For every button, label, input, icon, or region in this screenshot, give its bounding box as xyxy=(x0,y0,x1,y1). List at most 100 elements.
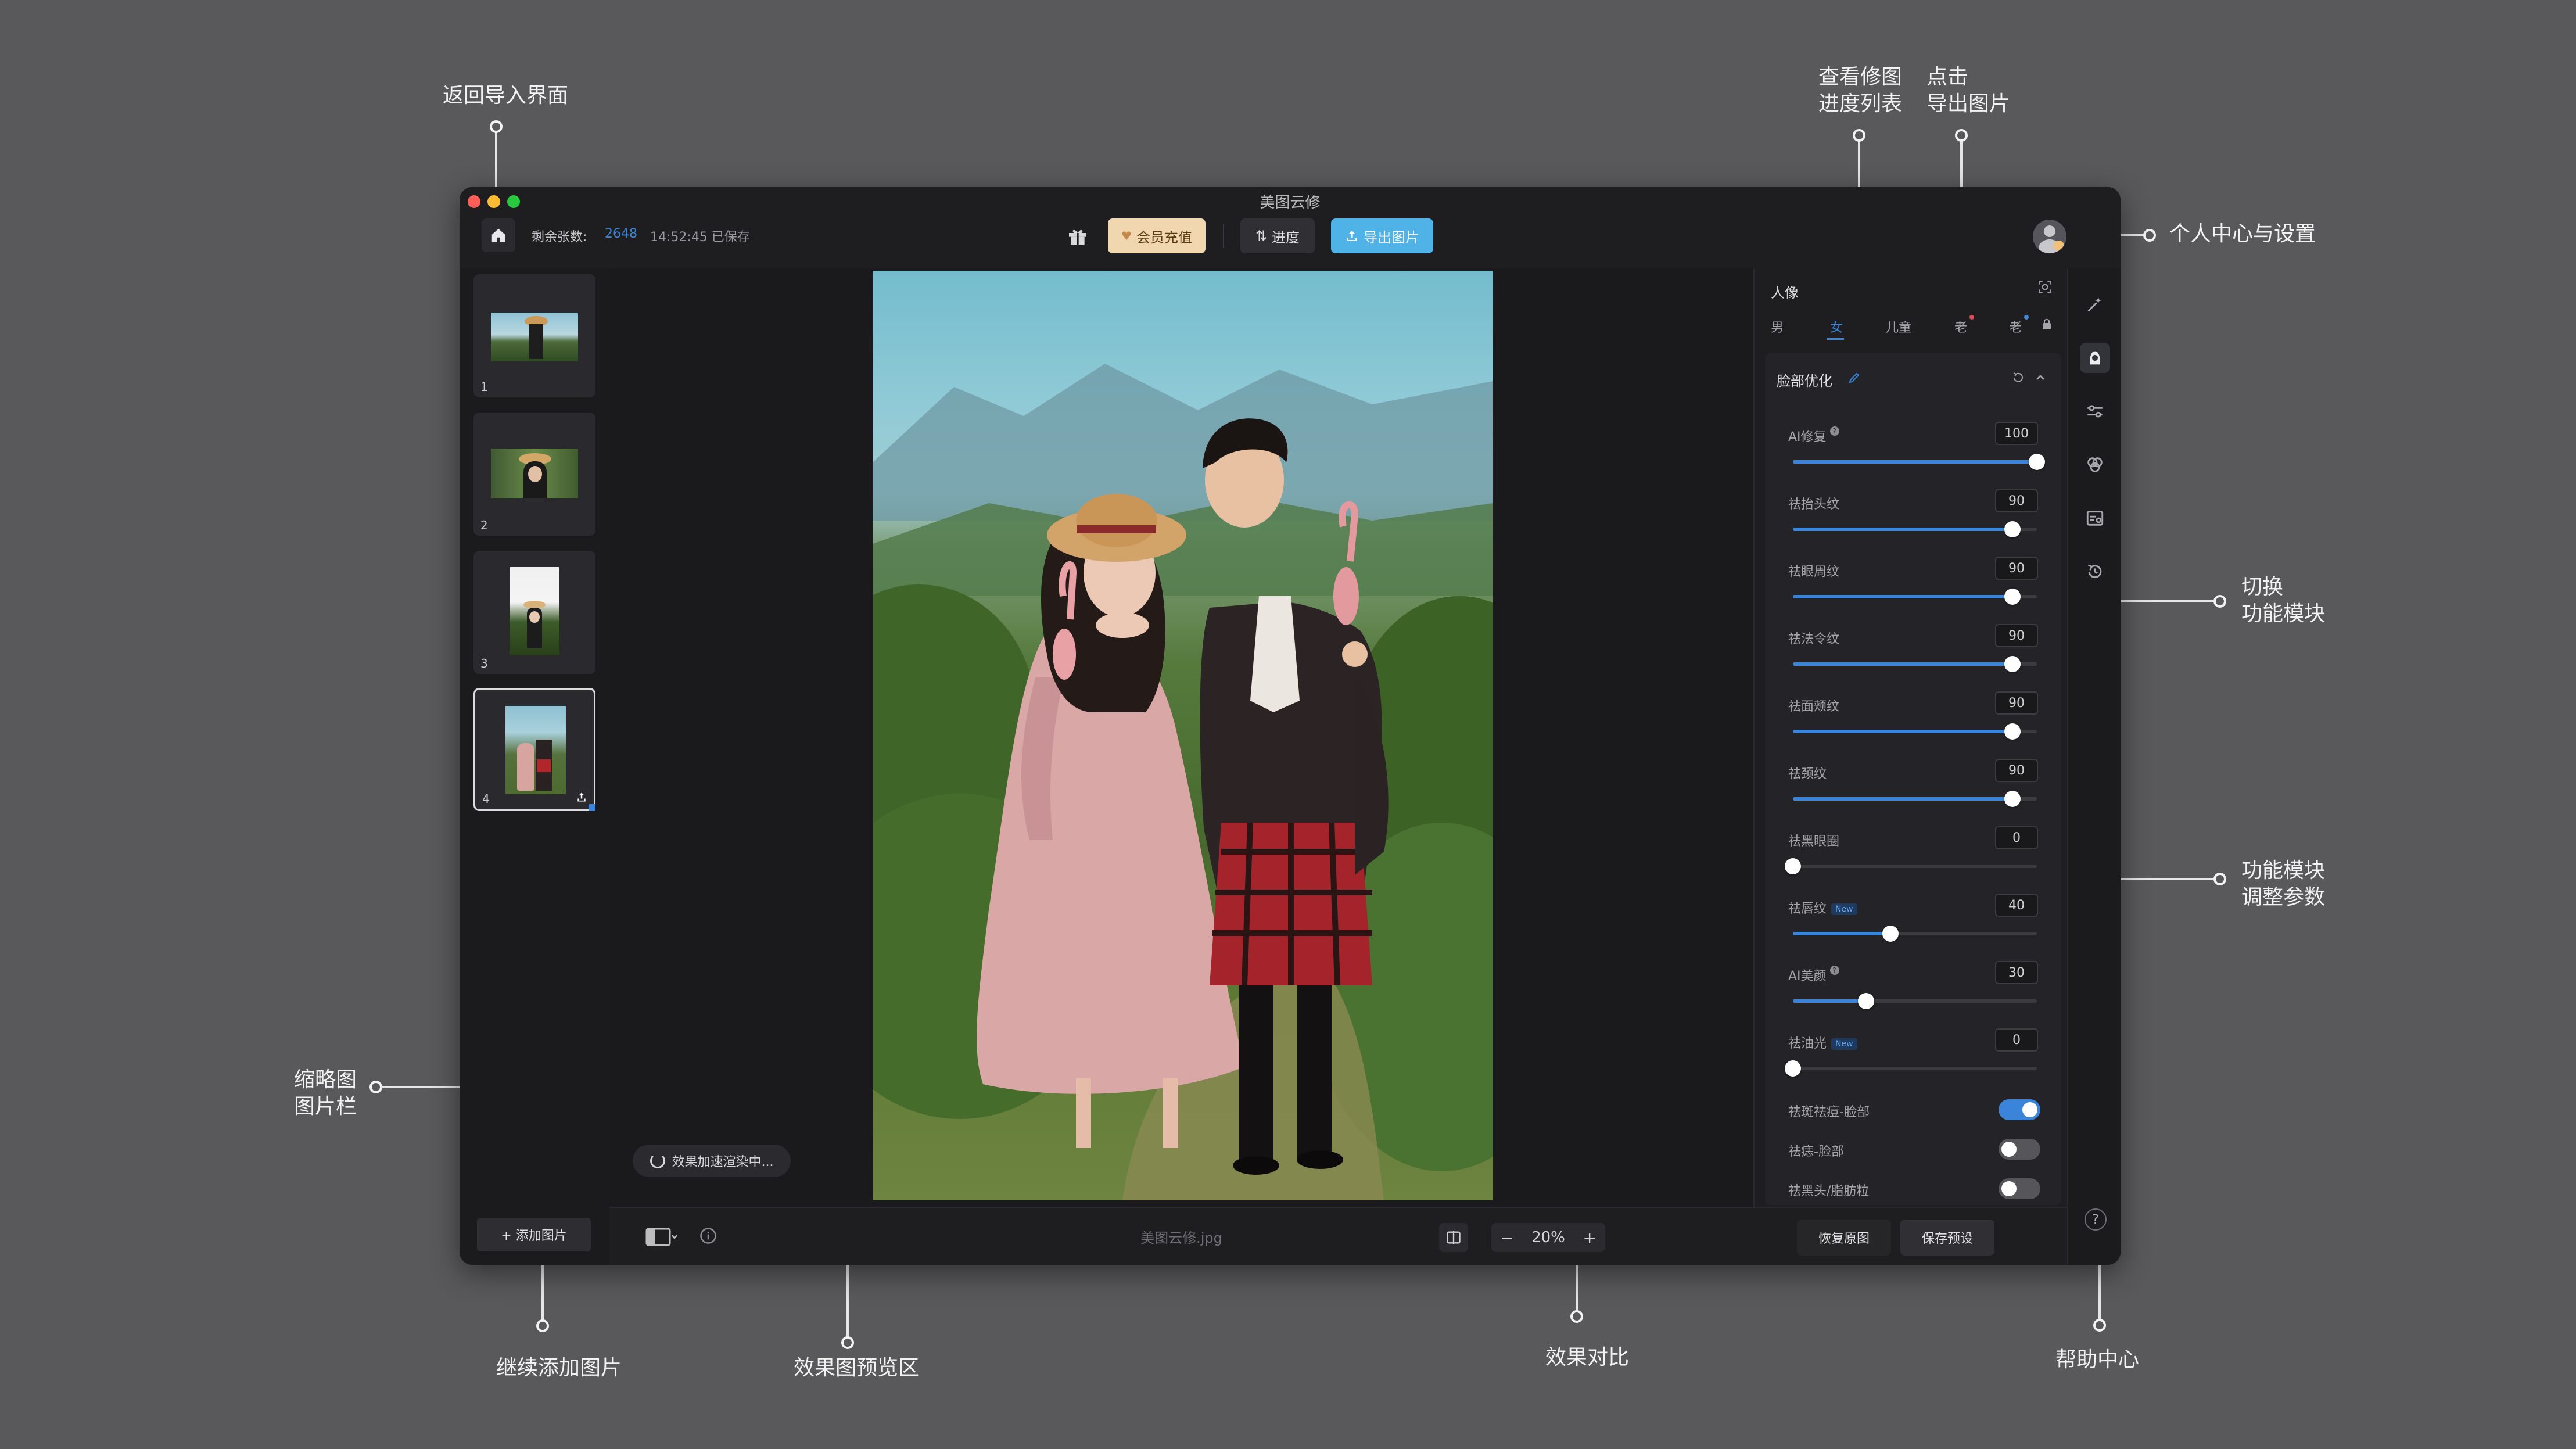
rail-portrait[interactable] xyxy=(2080,343,2110,373)
callout-compare: 效果对比 xyxy=(1545,1346,1630,1369)
toggle-switch[interactable] xyxy=(1999,1099,2040,1120)
slider-value-input[interactable]: 90 xyxy=(1995,489,2038,512)
slider-fill xyxy=(1793,595,2012,598)
vip-recharge-button[interactable]: ♥ 会员充值 xyxy=(1108,218,1206,253)
slider-label-text: 祛油光 xyxy=(1788,1036,1827,1051)
rail-magic[interactable] xyxy=(2080,289,2110,320)
slider-track[interactable] xyxy=(1793,656,2037,672)
slider-row: 祛唇纹 New 40 xyxy=(1765,890,2061,948)
slider-knob[interactable] xyxy=(1785,1060,1801,1077)
add-image-button[interactable]: + 添加图片 xyxy=(477,1218,591,1251)
slider-knob[interactable] xyxy=(2004,723,2021,740)
callout-personal-center: 个人中心与设置 xyxy=(2169,222,2316,246)
thumbnail-check-mark xyxy=(589,804,595,811)
vip-heart-icon: ♥ xyxy=(1121,229,1132,243)
slider-label: 祛油光 New xyxy=(1788,1033,1857,1052)
tab-female[interactable]: 女 xyxy=(1830,317,1843,336)
slider-knob[interactable] xyxy=(2004,589,2021,605)
slider-track[interactable] xyxy=(1793,791,2037,807)
slider-track[interactable] xyxy=(1785,858,2037,874)
toggle-switch[interactable] xyxy=(1999,1178,2040,1199)
slider-value-input[interactable]: 90 xyxy=(1995,691,2038,715)
help-circle-icon[interactable]: ? xyxy=(1829,426,1839,436)
chevron-up-icon[interactable] xyxy=(2033,371,2047,385)
slider-knob[interactable] xyxy=(2004,656,2021,672)
callout-dot-switch xyxy=(2213,595,2226,608)
slider-label-text: 祛抬头纹 xyxy=(1788,497,1840,512)
slider-track[interactable] xyxy=(1793,723,2037,740)
slider-value-input[interactable]: 30 xyxy=(1995,961,2038,984)
help-circle-icon[interactable]: ? xyxy=(1829,966,1839,975)
rail-color[interactable] xyxy=(2080,450,2110,480)
slider-row: 祛面颊纹 90 xyxy=(1765,688,2061,746)
slider-value-input[interactable]: 100 xyxy=(1995,422,2038,445)
slider-label-text: 祛颈纹 xyxy=(1788,767,1827,781)
preview-photo-art xyxy=(873,364,1493,1200)
preview-photo[interactable] xyxy=(873,271,1493,1200)
pencil-icon[interactable] xyxy=(1847,371,1861,385)
rail-history[interactable] xyxy=(2080,557,2110,587)
callout-dot-preview xyxy=(841,1336,854,1349)
slider-knob[interactable] xyxy=(1785,858,1801,874)
slider-track[interactable] xyxy=(1793,589,2037,605)
vip-label: 会员充值 xyxy=(1136,229,1192,246)
tab-child[interactable]: 儿童 xyxy=(1886,317,1911,336)
zoom-in-button[interactable]: + xyxy=(1583,1228,1596,1247)
help-button[interactable]: ? xyxy=(2085,1208,2107,1231)
slider-track[interactable] xyxy=(1793,926,2037,942)
render-status: 效果加速渲染中... xyxy=(633,1145,791,1177)
slider-knob[interactable] xyxy=(2004,791,2021,807)
color-circles-icon xyxy=(2087,457,2103,472)
face-optimize-section: 脸部优化 AI修复? 100 祛抬头纹 90 祛眼周纹 90 祛法令纹 90 祛面颊纹 90 祛颈纹… xyxy=(1765,353,2061,1205)
new-badge: New xyxy=(1831,903,1857,915)
toggle-switch[interactable] xyxy=(1999,1139,2040,1160)
tab-elder-male[interactable]: 老 xyxy=(1954,317,1967,336)
compare-button[interactable] xyxy=(1439,1223,1468,1252)
thumbnail-item-1[interactable]: 1 xyxy=(473,274,595,397)
zoom-out-button[interactable]: − xyxy=(1500,1228,1513,1247)
export-button[interactable]: 导出图片 xyxy=(1331,218,1433,253)
slider-track[interactable] xyxy=(1793,454,2045,470)
slider-knob[interactable] xyxy=(1858,993,1874,1009)
slider-value-input[interactable]: 40 xyxy=(1995,894,2038,917)
history-icon xyxy=(2088,564,2102,578)
section-title: 脸部优化 xyxy=(1777,373,1832,389)
zoom-level: 20% xyxy=(1531,1229,1565,1246)
slider-knob[interactable] xyxy=(2029,454,2045,470)
save-preset-label: 保存预设 xyxy=(1921,1232,1973,1246)
user-avatar[interactable] xyxy=(2033,220,2066,253)
home-button[interactable] xyxy=(482,218,515,252)
restore-original-button[interactable]: 恢复原图 xyxy=(1797,1220,1891,1256)
callout-thumbnail-bar: 缩略图 图片栏 xyxy=(294,1068,357,1118)
slider-label: 祛抬头纹 xyxy=(1788,494,1839,512)
thumbnail-image-1 xyxy=(491,313,578,361)
lock-icon xyxy=(2043,319,2051,329)
thumbnail-item-4[interactable]: 4 xyxy=(473,688,595,811)
slider-knob[interactable] xyxy=(2004,521,2021,537)
slider-value-input[interactable]: 0 xyxy=(1995,1028,2038,1052)
rail-image-settings[interactable] xyxy=(2080,503,2110,533)
slider-track[interactable] xyxy=(1793,521,2037,537)
slider-track[interactable] xyxy=(1785,1060,2037,1077)
callout-continue-add: 继续添加图片 xyxy=(496,1356,622,1380)
add-image-label: + 添加图片 xyxy=(501,1229,567,1243)
face-select-button[interactable] xyxy=(2036,278,2054,296)
save-preset-button[interactable]: 保存预设 xyxy=(1900,1220,1994,1256)
reset-icon[interactable] xyxy=(2011,371,2025,385)
slider-knob[interactable] xyxy=(1882,926,1899,942)
slider-value-input[interactable]: 90 xyxy=(1995,557,2038,580)
gift-button[interactable] xyxy=(1061,220,1094,252)
tab-male[interactable]: 男 xyxy=(1771,317,1784,336)
slider-value-input[interactable]: 0 xyxy=(1995,826,2038,849)
thumbnail-item-3[interactable]: 3 xyxy=(473,551,595,674)
tab-elder-female[interactable]: 老 xyxy=(2009,317,2022,336)
slider-value-input[interactable]: 90 xyxy=(1995,624,2038,647)
callout-dot-compare xyxy=(1570,1310,1583,1323)
slider-track[interactable] xyxy=(1793,993,2037,1009)
new-badge: New xyxy=(1831,1038,1857,1050)
slider-value-input[interactable]: 90 xyxy=(1995,759,2038,782)
rail-adjust[interactable] xyxy=(2080,396,2110,426)
thumbnail-item-2[interactable]: 2 xyxy=(473,413,595,536)
progress-button[interactable]: ⇅ 进度 xyxy=(1240,218,1315,253)
preview-area: 效果加速渲染中... xyxy=(609,268,1753,1207)
